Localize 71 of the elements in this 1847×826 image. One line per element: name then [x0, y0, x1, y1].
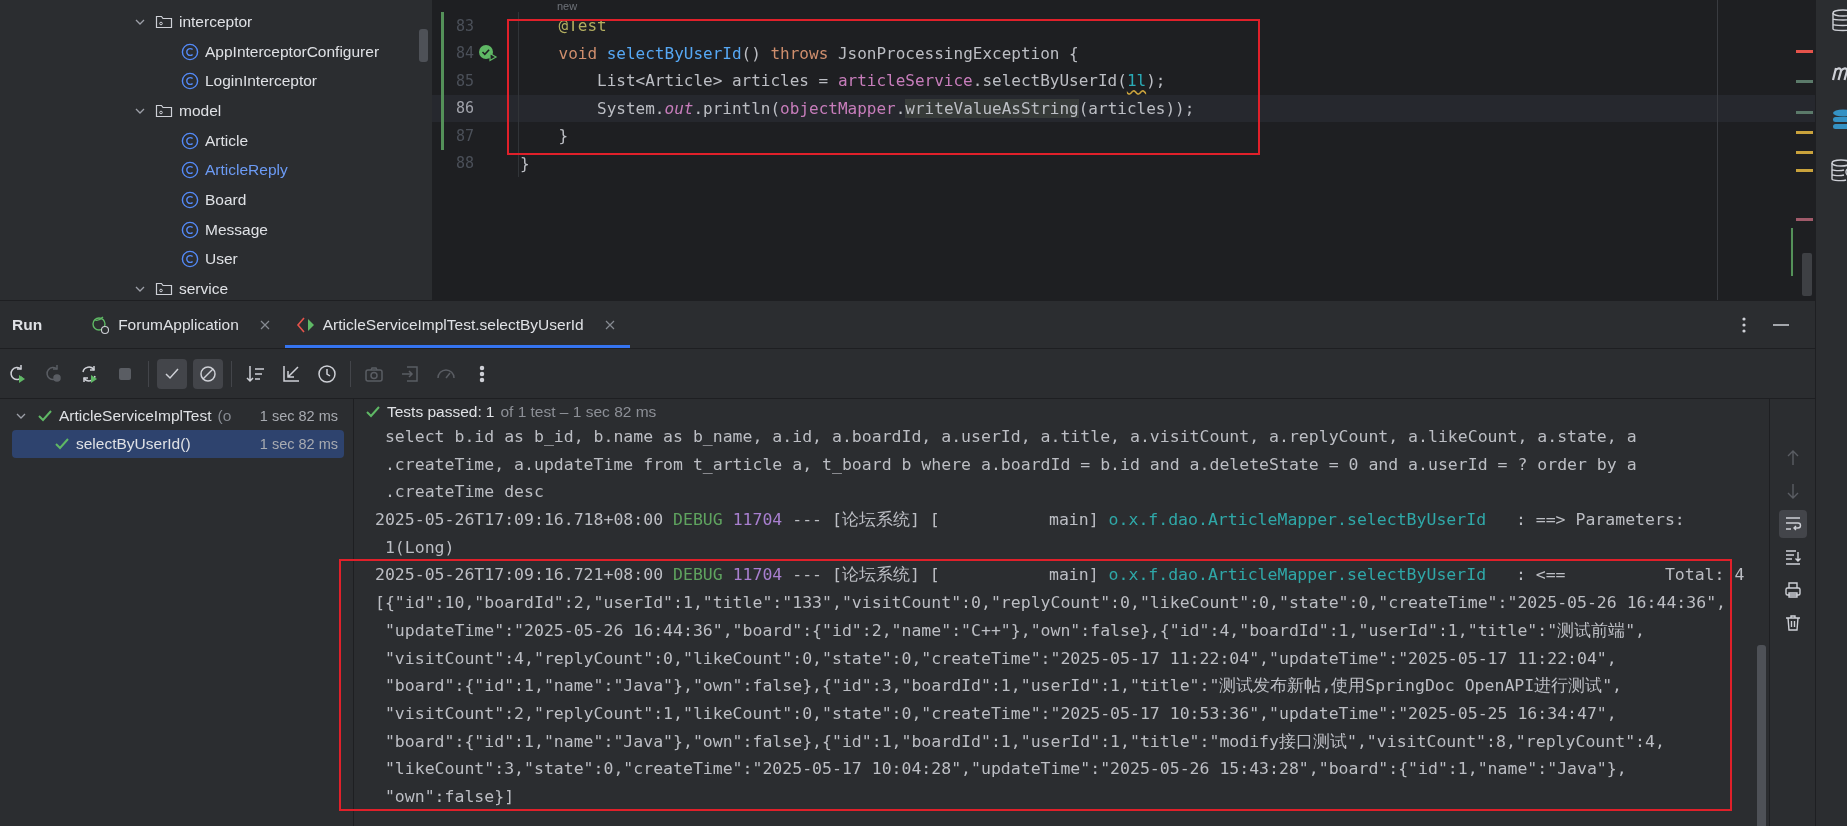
console-line: select b.id as b_id, b.name as b_name, a.id, a.boardId, a.userId, a.title, a.visitCount, a.replyCount, a.likeCount, a.state, a	[383, 426, 1638, 448]
change-marker	[1791, 228, 1793, 276]
code-line: }	[557, 126, 569, 146]
soft-wrap-icon[interactable]	[1778, 510, 1807, 538]
console-line: 1(Long)	[383, 536, 456, 559]
class-icon	[181, 190, 199, 209]
console-line: "likeCount":3,"state":0,"createTime":"2025-05-17 10:04:28","updateTime":"2025-05-26 15:43:28","board":{"id":1,"name":"Java"},	[383, 758, 1628, 781]
class-icon	[181, 220, 199, 239]
console-line: "own":false}]	[383, 785, 516, 808]
tree-item[interactable]: Message	[205, 220, 268, 239]
package-icon	[155, 281, 173, 298]
scrollbar-thumb[interactable]	[419, 29, 428, 62]
scroll-marker	[1796, 151, 1813, 154]
panel-title: Run	[12, 315, 43, 334]
scrollbar-thumb[interactable]	[1757, 645, 1766, 826]
class-icon	[181, 161, 199, 180]
scroll-marker	[1796, 131, 1813, 134]
class-icon	[181, 131, 199, 150]
tree-item[interactable]: AppInterceptorConfigurer	[205, 42, 380, 61]
scroll-marker	[1796, 218, 1813, 221]
checkmark-icon[interactable]	[157, 358, 187, 389]
test-duration: 1 sec 82 ms	[259, 408, 338, 424]
prohibited-icon[interactable]	[193, 358, 223, 389]
console-line: "board":{"id":1,"name":"Java"},"own":false},{"id":3,"boardId":1,"userId":1,"title":"测试发布新帖,使用SpringDoc OpenAPI进行测试",	[383, 675, 1624, 698]
scroll-marker	[1796, 80, 1813, 83]
more-icon[interactable]	[1741, 315, 1747, 334]
scroll-marker	[1796, 50, 1813, 53]
usage-hint: new	[557, 0, 578, 12]
test-location: (o	[217, 407, 232, 425]
minimize-icon[interactable]	[1773, 322, 1789, 327]
tree-item[interactable]: Board	[205, 190, 247, 209]
console-line: 2025-05-26T17:09:16.721+08:00 DEBUG 11704 --- [论坛系统] [ main] o.x.f.dao.ArticleMapper.selectByUserId : <== Total: 4	[375, 564, 1746, 587]
package-icon	[155, 102, 173, 119]
tree-item[interactable]: ArticleReply	[205, 161, 288, 180]
status-detail: of 1 test – 1 sec 82 ms	[500, 403, 657, 421]
console-line: [{"id":10,"boardId":2,"userId":1,"title":"133","visitCount":0,"replyCount":0,"likeCount":0,"state":0,"createTime":"2025-05-26 16:44:36",	[375, 592, 1727, 615]
class-icon	[181, 250, 199, 269]
console-line: "board":{"id":1,"name":"Java"},"own":false},{"id":1,"boardId":1,"userId":1,"title":"modify接口测试","visitCount":8,"replyCount":4,	[383, 730, 1666, 753]
tree-item[interactable]: User	[205, 250, 238, 269]
test-passed-icon[interactable]	[478, 44, 498, 63]
line-number: 86	[454, 99, 474, 118]
run-tab[interactable]: ForumApplication	[80, 301, 285, 348]
tree-item[interactable]: model	[179, 101, 222, 120]
test-item[interactable]: selectByUserId()	[76, 435, 191, 453]
code-line: System.out.println(objectMapper.writeValueAsString(articles));	[596, 98, 1195, 118]
test-item[interactable]: ArticleServiceImplTest	[59, 407, 212, 425]
tree-item[interactable]: Article	[205, 131, 249, 150]
console-line: 2025-05-26T17:09:16.718+08:00 DEBUG 11704 --- [论坛系统] [ main] o.x.f.dao.ArticleMapper.selectByUserId : ==> Parameters:	[375, 509, 1686, 532]
scrollbar-thumb[interactable]	[1802, 253, 1812, 296]
tree-item[interactable]: LoginInterceptor	[205, 72, 318, 91]
status-label: Tests passed:	[387, 403, 482, 421]
scroll-marker	[1796, 111, 1813, 114]
tree-item[interactable]: interceptor	[179, 12, 253, 31]
code-line: List<Article> articles = articleService.selectByUserId(1l);	[596, 71, 1166, 91]
test-duration: 1 sec 82 ms	[259, 436, 338, 452]
scroll-marker	[1796, 169, 1813, 172]
console-line: .createTime, a.updateTime from t_article a, t_board b where a.boardId = b.id and a.deleteState = 0 and a.userId = ? order by a	[383, 453, 1638, 476]
console-line: "visitCount":4,"replyCount":0,"likeCount":0,"state":0,"createTime":"2025-05-17 11:22:04","updateTime":"2025-05-17 11:22:04",	[383, 647, 1618, 670]
console-line: "visitCount":2,"replyCount":1,"likeCount":0,"state":0,"createTime":"2025-05-17 10:53:36","updateTime":"2025-05-25 16:34:47",	[383, 702, 1618, 725]
class-icon	[181, 42, 199, 61]
console-line: .createTime desc	[383, 481, 545, 504]
class-icon	[181, 72, 199, 91]
code-line: void selectByUserId() throws JsonProcessingException {	[557, 43, 1079, 63]
close-icon[interactable]	[603, 318, 616, 331]
package-icon	[155, 13, 173, 30]
tree-item[interactable]: service	[179, 280, 229, 299]
code-line: }	[520, 153, 530, 173]
console-line: "updateTime":"2025-05-26 16:44:36","board":{"id":2,"name":"C++"},"own":false},{"id":4,"boardId":1,"userId":1,"title":"测试前端",	[383, 619, 1646, 642]
close-icon[interactable]	[258, 318, 271, 331]
status-count: 1	[485, 403, 495, 421]
run-tab[interactable]: ArticleServiceImplTest.selectByUserId	[284, 301, 630, 348]
